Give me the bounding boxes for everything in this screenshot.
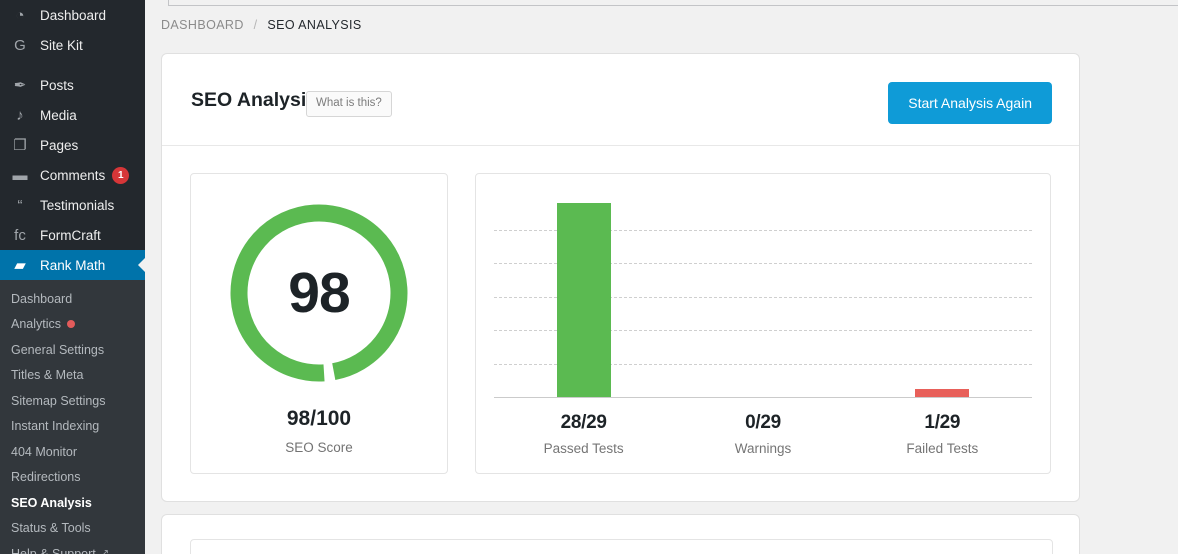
submenu-item-analytics[interactable]: Analytics: [0, 312, 145, 338]
sidebar-item-label: Dashboard: [40, 7, 107, 23]
comment-icon: ▬: [12, 166, 28, 184]
submenu-item-general-settings[interactable]: General Settings: [0, 337, 145, 363]
chart-label-value: 28/29: [560, 412, 607, 433]
site-kit-icon: G: [14, 36, 26, 54]
admin-bar-divider: [145, 0, 1178, 6]
score-caption: SEO Score: [285, 440, 353, 455]
submenu-item-label: Status & Tools: [11, 521, 91, 536]
admin-sidebar: ◔ Dashboard G Site Kit ✒ Posts ♪ Media ❐ Pages ▬ Co…: [0, 0, 145, 554]
submenu-item-label: Sitemap Settings: [11, 393, 106, 408]
score-ring: 98: [227, 201, 411, 385]
external-link-icon: ↗: [100, 548, 110, 554]
comments-count-badge: 1: [112, 166, 130, 184]
main-content: DASHBOARD / SEO ANALYSIS SEO Analysis Wh…: [145, 0, 1178, 554]
submenu-item-label: Titles & Meta: [11, 368, 84, 383]
sidebar-item-label: Pages: [40, 137, 79, 153]
sidebar-item-label: Posts: [40, 77, 74, 93]
submenu-item-label: Dashboard: [11, 291, 73, 306]
sidebar-item-label: Rank Math: [40, 257, 106, 273]
sidebar-item-media[interactable]: ♪ Media: [0, 100, 145, 130]
chart-plot-area: [494, 196, 1032, 397]
priority-card: Priority: [161, 514, 1080, 554]
card-header: SEO Analysis What is this? Start Analysi…: [162, 54, 1079, 146]
submenu-item-sitemap-settings[interactable]: Sitemap Settings: [0, 388, 145, 414]
score-number: 98: [288, 261, 350, 325]
submenu-item-404-monitor[interactable]: 404 Monitor: [0, 439, 145, 465]
sidebar-item-pages[interactable]: ❐ Pages: [0, 130, 145, 160]
card-body: 98 98/100 SEO Score 28/29 Passed Tests 0/2…: [162, 146, 1079, 501]
tests-bar-chart-panel: 28/29 Passed Tests 0/29 Warnings 1/29 Failed …: [475, 173, 1051, 474]
sidebar-item-label: Comments: [40, 167, 106, 183]
breadcrumb-separator: /: [253, 18, 258, 32]
media-icon: ♪: [16, 106, 24, 124]
sidebar-item-comments[interactable]: ▬ Comments 1: [0, 160, 145, 190]
submenu-item-label: Redirections: [11, 470, 81, 485]
seo-score-panel: 98 98/100 SEO Score: [190, 173, 448, 474]
start-analysis-again-button[interactable]: Start Analysis Again: [888, 82, 1052, 124]
pages-icon: ❐: [13, 136, 27, 154]
sidebar-item-label: FormCraft: [40, 227, 101, 243]
quote-icon: “: [17, 196, 23, 214]
submenu-item-dashboard[interactable]: Dashboard: [0, 286, 145, 312]
breadcrumb: DASHBOARD / SEO ANALYSIS: [161, 18, 362, 32]
screen: ◔ Dashboard G Site Kit ✒ Posts ♪ Media ❐ Pages ▬ Co…: [0, 0, 1178, 554]
what-is-this-button[interactable]: What is this?: [306, 91, 392, 117]
submenu-item-status-tools[interactable]: Status & Tools: [0, 516, 145, 542]
sidebar-item-testimonials[interactable]: “ Testimonials: [0, 190, 145, 220]
chart-baseline-axis: [494, 397, 1032, 398]
page-title: SEO Analysis: [191, 89, 318, 111]
sidebar-item-label: Testimonials: [40, 197, 115, 213]
rank-math-icon: ▰: [14, 256, 26, 274]
dashboard-icon: ◔: [15, 6, 25, 24]
submenu-item-label: Help & Support: [11, 546, 96, 554]
sidebar-item-site-kit[interactable]: G Site Kit: [0, 30, 145, 60]
chart-label-passed-tests: 28/29 Passed Tests: [494, 412, 673, 456]
score-fraction: 98/100: [286, 407, 352, 430]
chart-label-value: 1/29: [924, 412, 961, 433]
chart-label-value: 0/29: [745, 412, 781, 433]
pin-icon: ✒: [13, 76, 27, 94]
chart-labels-row: 28/29 Passed Tests 0/29 Warnings 1/29 Failed …: [494, 412, 1032, 456]
submenu-item-instant-indexing[interactable]: Instant Indexing: [0, 414, 145, 440]
breadcrumb-dashboard-link[interactable]: DASHBOARD: [161, 18, 244, 32]
notification-dot-icon: [67, 320, 76, 329]
sidebar-item-rank-math[interactable]: ▰ Rank Math: [0, 250, 145, 280]
admin-menu: ◔ Dashboard G Site Kit ✒ Posts ♪ Media ❐ Pages ▬ Co…: [0, 0, 145, 280]
priority-section: Priority: [190, 539, 1053, 554]
chart-label-name: Passed Tests: [543, 441, 624, 456]
submenu-item-redirections[interactable]: Redirections: [0, 465, 145, 491]
menu-separator: [0, 60, 145, 70]
chart-label-name: Warnings: [734, 441, 792, 456]
submenu-item-titles-meta[interactable]: Titles & Meta: [0, 363, 145, 389]
formcraft-icon: fc: [14, 226, 26, 244]
seo-analysis-card: SEO Analysis What is this? Start Analysi…: [161, 53, 1080, 502]
chart-label-failed-tests: 1/29 Failed Tests: [853, 412, 1032, 456]
sidebar-item-label: Media: [40, 107, 77, 123]
submenu-item-label: 404 Monitor: [11, 444, 78, 459]
submenu-item-label: General Settings: [11, 342, 105, 357]
rank-math-submenu: Dashboard Analytics General Settings Titles…: [0, 280, 145, 554]
sidebar-item-dashboard[interactable]: ◔ Dashboard: [0, 0, 145, 30]
submenu-item-seo-analysis[interactable]: SEO Analysis: [0, 490, 145, 516]
sidebar-item-formcraft[interactable]: fc FormCraft: [0, 220, 145, 250]
submenu-item-label: Instant Indexing: [11, 419, 100, 434]
browser-tab-edge: [145, 0, 169, 6]
submenu-item-help-support[interactable]: Help & Support ↗: [0, 541, 145, 554]
breadcrumb-current: SEO ANALYSIS: [267, 18, 362, 32]
sidebar-item-label: Site Kit: [40, 37, 83, 53]
sidebar-item-posts[interactable]: ✒ Posts: [0, 70, 145, 100]
chart-bar-failed-tests: [915, 389, 970, 397]
chart-label-warnings: 0/29 Warnings: [673, 412, 852, 456]
chart-label-name: Failed Tests: [906, 441, 979, 456]
submenu-item-label: Analytics: [11, 317, 62, 332]
submenu-item-label: SEO Analysis: [11, 495, 92, 510]
chart-bar-passed-tests: [556, 203, 611, 397]
